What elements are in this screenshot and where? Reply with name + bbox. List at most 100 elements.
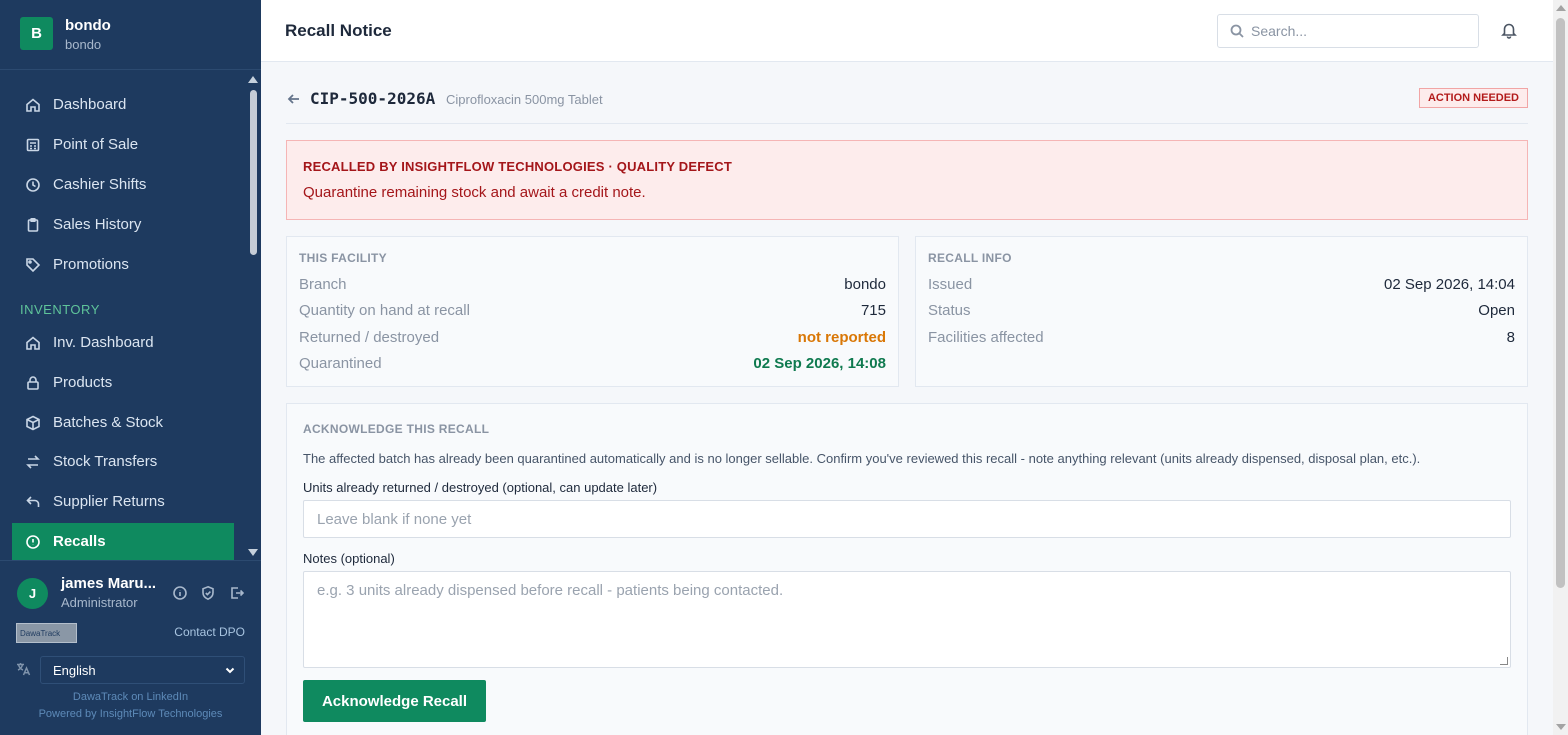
units-returned-input[interactable]: Leave blank if none yet <box>303 500 1511 538</box>
row-label: Issued <box>928 276 973 293</box>
sidebar-item-cashier-shifts[interactable]: Cashier Shifts <box>12 166 234 203</box>
user-role: Administrator <box>61 595 138 610</box>
user-panel: J james Maru... Administrator DawaTrack … <box>0 560 261 735</box>
sidebar-item-label: Stock Transfers <box>53 453 158 470</box>
scroll-up-arrow[interactable] <box>1556 5 1566 11</box>
sidebar-item-label: Recalls <box>53 533 106 550</box>
row-label: Quarantined <box>299 355 382 372</box>
search-placeholder: Search... <box>1251 23 1308 39</box>
dawatrack-logo: DawaTrack <box>16 623 77 643</box>
notes-label: Notes (optional) <box>303 551 395 566</box>
clipboard-icon <box>25 217 41 233</box>
scroll-down-arrow[interactable] <box>248 549 258 556</box>
brand-header[interactable]: B bondo bondo <box>0 0 261 70</box>
scroll-thumb[interactable] <box>250 90 257 255</box>
section-title: ACKNOWLEDGE THIS RECALL <box>303 422 490 436</box>
row-value: 8 <box>1506 329 1515 346</box>
sidebar-item-label: Products <box>53 374 113 391</box>
row-value: not reported <box>797 329 886 346</box>
row-label: Facilities affected <box>928 329 1044 346</box>
sidebar-item-stock-transfers[interactable]: Stock Transfers <box>12 443 234 480</box>
sidebar-nav: Dashboard Point of Sale Cashier Shifts S… <box>0 70 248 560</box>
scroll-thumb[interactable] <box>1556 18 1565 588</box>
row-label: Branch <box>299 276 347 293</box>
sidebar-item-batches-stock[interactable]: Batches & Stock <box>12 404 234 441</box>
sidebar-item-promotions[interactable]: Promotions <box>12 246 234 283</box>
row-value: 02 Sep 2026, 14:04 <box>1384 276 1515 293</box>
row-label: Quantity on hand at recall <box>299 302 470 319</box>
product-name: Ciprofloxacin 500mg Tablet <box>446 92 603 107</box>
avatar[interactable]: J <box>17 578 48 609</box>
batch-code: CIP-500-2026A <box>310 89 436 108</box>
sidebar-item-products[interactable]: Products <box>12 364 234 401</box>
units-label: Units already returned / destroyed (opti… <box>303 480 658 495</box>
alert-title: RECALLED BY INSIGHTFLOW TECHNOLOGIES · Q… <box>303 159 733 174</box>
recall-header: CIP-500-2026A Ciprofloxacin 500mg Tablet… <box>286 83 1528 124</box>
nav-section-inventory: INVENTORY <box>20 302 100 317</box>
linkedin-link[interactable]: DawaTrack on LinkedIn <box>0 691 261 703</box>
home-icon <box>25 335 41 351</box>
return-icon <box>25 494 41 510</box>
alert-circle-icon <box>25 534 41 550</box>
row-value: 02 Sep 2026, 14:08 <box>753 355 886 372</box>
row-value: 715 <box>860 302 886 319</box>
sidebar-item-label: Promotions <box>53 256 129 273</box>
page-scrollbar[interactable] <box>1553 0 1568 735</box>
tag-icon <box>25 257 41 273</box>
sidebar-item-dashboard[interactable]: Dashboard <box>12 86 234 123</box>
back-arrow-icon[interactable] <box>286 91 302 107</box>
bell-icon[interactable] <box>1500 21 1518 39</box>
notes-placeholder: e.g. 3 units already dispensed before re… <box>317 582 784 599</box>
language-value: English <box>53 662 96 678</box>
sidebar-scrollbar[interactable] <box>248 74 259 558</box>
search-input[interactable]: Search... <box>1217 14 1479 48</box>
acknowledge-recall-button[interactable]: Acknowledge Recall <box>303 680 486 722</box>
user-name: james Maru... <box>61 575 157 592</box>
translate-icon <box>15 661 31 677</box>
row-label: Status <box>928 302 971 319</box>
sidebar-item-label: Dashboard <box>53 96 127 113</box>
sidebar: B bondo bondo Dashboard Point of Sale Ca… <box>0 0 261 735</box>
register-icon <box>25 137 41 153</box>
row-value: Open <box>1478 302 1515 319</box>
card-title: RECALL INFO <box>928 251 1012 265</box>
sidebar-item-point-of-sale[interactable]: Point of Sale <box>12 126 234 163</box>
row-label: Returned / destroyed <box>299 329 440 346</box>
search-icon <box>1230 24 1244 38</box>
brand-name: bondo <box>65 17 111 34</box>
sidebar-item-label: Inv. Dashboard <box>53 334 154 351</box>
contact-dpo-link[interactable]: Contact DPO <box>174 625 245 639</box>
resize-handle[interactable] <box>1500 657 1508 665</box>
alert-message: Quarantine remaining stock and await a c… <box>303 184 646 201</box>
row-value: bondo <box>844 276 886 293</box>
sidebar-item-inv-dashboard[interactable]: Inv. Dashboard <box>12 324 234 361</box>
sidebar-item-supplier-returns[interactable]: Supplier Returns <box>12 483 234 520</box>
brand-logo: B <box>20 17 53 50</box>
sidebar-item-label: Cashier Shifts <box>53 176 147 193</box>
status-badge: ACTION NEEDED <box>1418 88 1528 108</box>
logout-icon[interactable] <box>229 585 245 601</box>
page-title: Recall Notice <box>285 21 392 40</box>
shield-icon[interactable] <box>200 585 216 601</box>
facility-card: THIS FACILITY Branch bondo Quantity on h… <box>286 236 899 387</box>
transfer-icon <box>25 454 41 470</box>
sidebar-item-label: Sales History <box>53 216 142 233</box>
scroll-up-arrow[interactable] <box>248 76 258 83</box>
sidebar-item-label: Point of Sale <box>53 136 139 153</box>
notes-textarea[interactable]: e.g. 3 units already dispensed before re… <box>303 571 1511 668</box>
sidebar-item-recalls[interactable]: Recalls <box>12 523 234 560</box>
brand-subtitle: bondo <box>65 37 102 52</box>
card-title: THIS FACILITY <box>299 251 387 265</box>
info-icon[interactable] <box>172 585 188 601</box>
clock-icon <box>25 177 41 193</box>
box-icon <box>25 415 41 431</box>
acknowledge-form: ACKNOWLEDGE THIS RECALL The affected bat… <box>286 403 1528 735</box>
sidebar-item-label: Batches & Stock <box>53 414 164 431</box>
lock-icon <box>25 375 41 391</box>
powered-by-link[interactable]: Powered by InsightFlow Technologies <box>0 708 261 720</box>
language-select[interactable]: English <box>40 656 245 684</box>
sidebar-item-sales-history[interactable]: Sales History <box>12 206 234 243</box>
recall-info-card: RECALL INFO Issued 02 Sep 2026, 14:04 St… <box>915 236 1528 387</box>
section-description: The affected batch has already been quar… <box>303 451 1421 466</box>
scroll-down-arrow[interactable] <box>1556 724 1566 730</box>
